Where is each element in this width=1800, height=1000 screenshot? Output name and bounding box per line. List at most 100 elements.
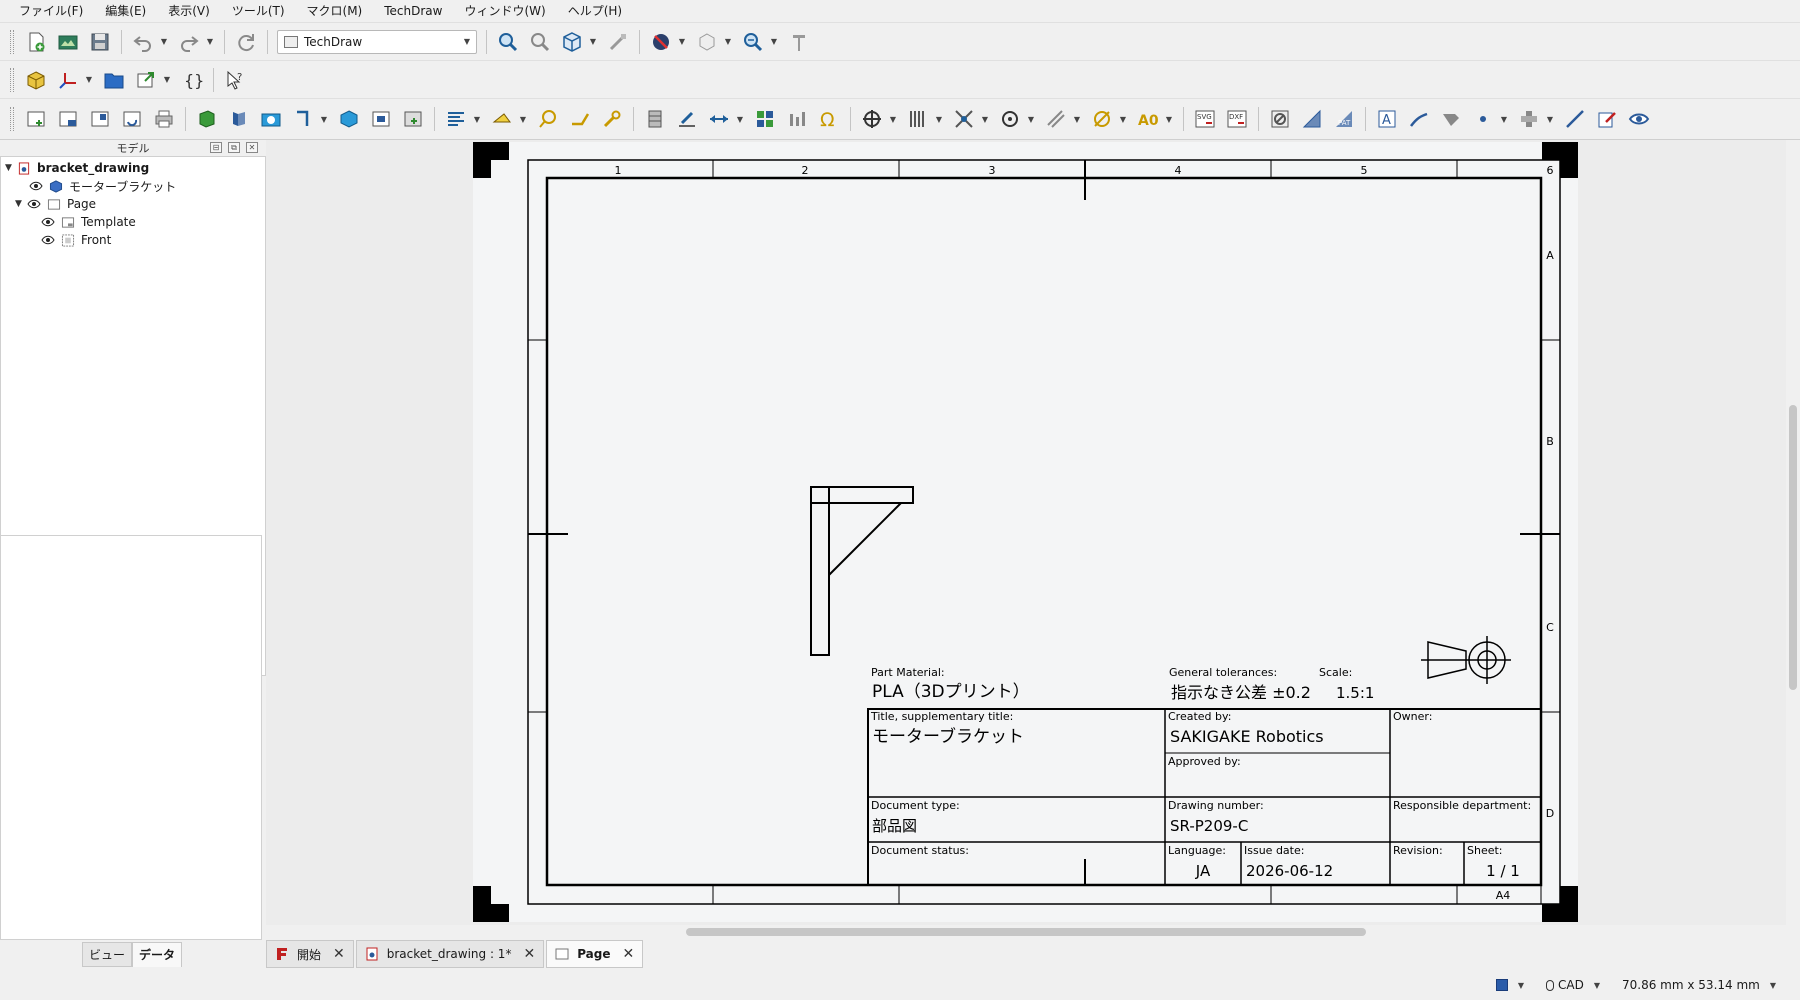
hatch-tool-button[interactable] (598, 105, 626, 133)
box-dropdown[interactable]: ▼ (723, 28, 733, 56)
symbol-button[interactable]: Ω (815, 105, 843, 133)
link-button[interactable] (132, 66, 160, 94)
bounding-box-button[interactable] (693, 28, 721, 56)
tab-data[interactable]: データ (132, 942, 183, 967)
property-view[interactable] (0, 535, 262, 940)
close-icon[interactable]: ✕ (523, 946, 535, 962)
zoom-button[interactable] (739, 28, 767, 56)
align-button[interactable] (442, 105, 470, 133)
leader-line-button[interactable] (1405, 105, 1433, 133)
whats-this-button[interactable]: ? (221, 66, 249, 94)
toolbar-grip[interactable] (10, 107, 14, 131)
eye-icon[interactable] (27, 199, 41, 209)
create-group-button[interactable] (100, 66, 128, 94)
std-views-button[interactable] (558, 28, 586, 56)
toggle-frames-button[interactable] (1266, 105, 1294, 133)
cosmetic-button[interactable] (1469, 105, 1497, 133)
circle-button[interactable] (996, 105, 1024, 133)
dimension-readout[interactable]: 70.86 mm x 53.14 mm ▼ (1622, 978, 1776, 992)
measure-button[interactable] (604, 28, 632, 56)
menu-view[interactable]: 表示(V) (157, 0, 221, 22)
mark-button[interactable] (1515, 105, 1543, 133)
tree-item-page[interactable]: ▼ Page (15, 195, 96, 213)
draw-style-dropdown[interactable]: ▼ (677, 28, 687, 56)
redraw-page-button[interactable] (86, 105, 114, 133)
extend-line-button[interactable] (751, 105, 779, 133)
draw-style-button[interactable] (647, 28, 675, 56)
balloon-button[interactable] (534, 105, 562, 133)
line-button[interactable] (1042, 105, 1070, 133)
mark-dropdown[interactable]: ▼ (1545, 105, 1555, 133)
active-view-button[interactable] (225, 105, 253, 133)
menu-macro[interactable]: マクロ(M) (296, 0, 374, 22)
line-dropdown[interactable]: ▼ (1072, 105, 1082, 133)
undo-dropdown[interactable]: ▼ (159, 28, 169, 56)
tab-bracket-drawing[interactable]: bracket_drawing : 1* ✕ (355, 940, 545, 968)
save-button[interactable] (86, 28, 114, 56)
chevron-down-icon[interactable]: ▼ (5, 163, 17, 173)
menu-edit[interactable]: 編集(E) (94, 0, 157, 22)
horizontal-scrollbar[interactable] (266, 925, 1786, 939)
workbench-selector[interactable]: TechDraw ▼ (277, 29, 477, 54)
landmark-button[interactable] (783, 105, 811, 133)
cosmetic-vertex-button[interactable] (950, 105, 978, 133)
drawing-canvas[interactable]: 1 2 3 4 5 6 A B C D Part Material: PLA（3… (266, 140, 1786, 925)
std-views-dropdown[interactable]: ▼ (588, 28, 598, 56)
redo-dropdown[interactable]: ▼ (205, 28, 215, 56)
tree-item-template[interactable]: Template (41, 213, 136, 231)
text-format-button[interactable]: A0 (1134, 105, 1162, 133)
geom-hatch-button[interactable]: PAT (1330, 105, 1358, 133)
hatch-button[interactable] (1298, 105, 1326, 133)
toolbar-grip[interactable] (10, 29, 14, 54)
text-format-dropdown[interactable]: ▼ (1164, 105, 1174, 133)
tab-page[interactable]: Page ✕ (546, 940, 644, 968)
menu-help[interactable]: ヘルプ(H) (557, 0, 633, 22)
lcs-dropdown[interactable]: ▼ (84, 66, 94, 94)
vertex-dropdown[interactable]: ▼ (980, 105, 990, 133)
circle-dropdown[interactable]: ▼ (1026, 105, 1036, 133)
axis-cross-button[interactable] (785, 28, 813, 56)
close-icon[interactable]: ✕ (333, 946, 345, 962)
eye-icon[interactable] (41, 217, 55, 227)
screenshot-view-button[interactable] (257, 105, 285, 133)
diameter-dropdown[interactable]: ▼ (1118, 105, 1128, 133)
scroll-thumb[interactable] (1789, 405, 1797, 690)
undo-button[interactable] (129, 28, 157, 56)
weld-symbol-button[interactable] (566, 105, 594, 133)
overlay-selector[interactable]: ▼ (1495, 979, 1524, 991)
menu-file[interactable]: ファイル(F) (8, 0, 94, 22)
export-svg-button[interactable]: SVG (1191, 105, 1219, 133)
redo-button[interactable] (175, 28, 203, 56)
cosmetic-dropdown[interactable]: ▼ (1499, 105, 1509, 133)
tree-item-document[interactable]: ▼ bracket_drawing (5, 159, 149, 177)
eye-icon[interactable] (29, 181, 43, 191)
variable-set-button[interactable]: {} (178, 66, 206, 94)
chevron-down-icon[interactable]: ▼ (15, 199, 27, 209)
dimension-dropdown[interactable]: ▼ (735, 105, 745, 133)
table-button[interactable] (641, 105, 669, 133)
clip-group-button[interactable] (399, 105, 427, 133)
menu-window[interactable]: ウィンドウ(W) (453, 0, 556, 22)
collapse-panel-button[interactable]: ⊟ (210, 142, 222, 153)
tab-start[interactable]: 開始 ✕ (266, 940, 354, 968)
tab-view[interactable]: ビュー (82, 942, 133, 967)
centerline-dropdown[interactable]: ▼ (888, 105, 898, 133)
length-dimension-button[interactable] (673, 105, 701, 133)
zoom-dropdown[interactable]: ▼ (769, 28, 779, 56)
eye-icon[interactable] (41, 235, 55, 245)
projection-dropdown[interactable]: ▼ (319, 105, 329, 133)
rich-annotation-button[interactable] (1437, 105, 1465, 133)
projection-group-button[interactable] (289, 105, 317, 133)
close-icon[interactable]: ✕ (623, 946, 635, 962)
horizontal-dimension-button[interactable] (705, 105, 733, 133)
diameter-button[interactable] (1088, 105, 1116, 133)
annotation-button[interactable] (488, 105, 516, 133)
vertical-scrollbar[interactable] (1786, 140, 1800, 925)
cosmetic-line-button[interactable] (1561, 105, 1589, 133)
menu-techdraw[interactable]: TechDraw (373, 0, 453, 22)
tree-item-part[interactable]: モーターブラケット (29, 177, 176, 195)
navigation-style-selector[interactable]: CAD ▼ (1546, 978, 1600, 992)
edit-button[interactable] (1593, 105, 1621, 133)
new-document-button[interactable] (22, 28, 50, 56)
close-panel-button[interactable]: ✕ (246, 142, 258, 153)
